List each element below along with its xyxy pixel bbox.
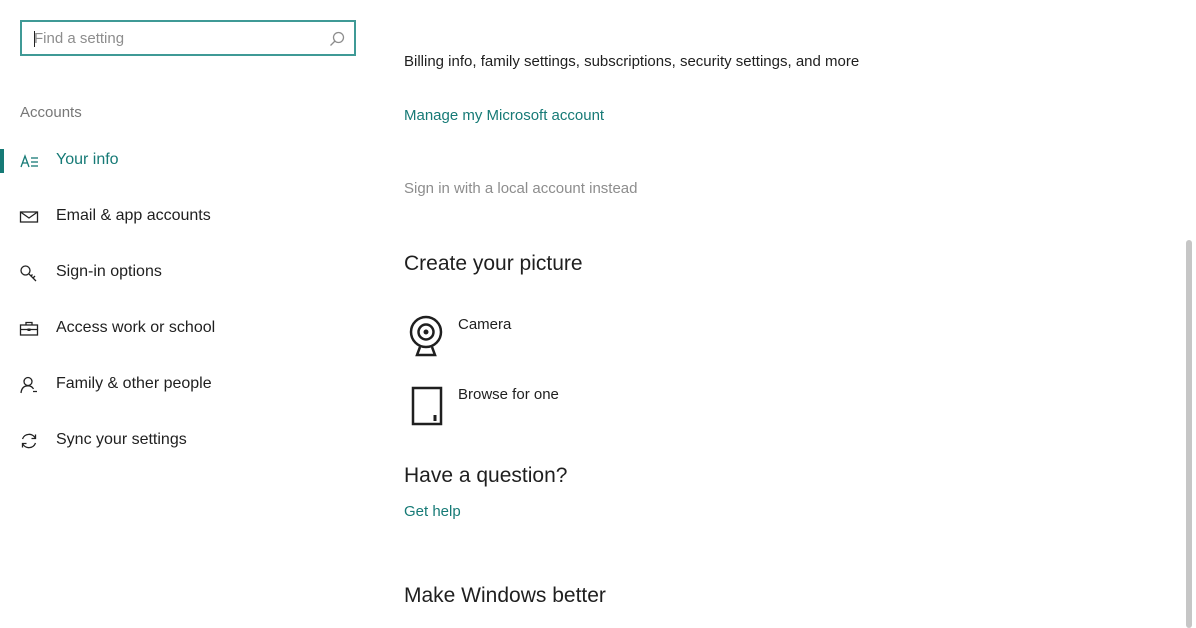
local-account-link[interactable]: Sign in with a local account instead [404,180,637,197]
manage-account-link[interactable]: Manage my Microsoft account [404,107,604,124]
search-input[interactable] [30,22,324,54]
create-picture-heading: Create your picture [404,252,583,275]
key-icon [20,265,37,282]
camera-option[interactable]: Camera [404,314,724,364]
camera-icon [409,315,443,357]
briefcase-icon [19,321,39,336]
camera-label: Camera [458,316,512,333]
main-content: Billing info, family settings, subscript… [404,0,1164,628]
browse-label: Browse for one [458,386,559,403]
browse-file-icon [411,386,443,426]
sidebar-item-label: Sync your settings [56,431,187,448]
sidebar-item-sync-settings[interactable]: Sync your settings [0,421,370,461]
sidebar-item-access-work-school[interactable]: Access work or school [0,309,370,349]
mail-icon [19,211,39,223]
person-card-icon [20,154,38,168]
section-title-accounts: Accounts [20,104,82,121]
sidebar-item-label: Access work or school [56,319,216,336]
search-icon[interactable] [328,30,346,48]
sidebar-item-label: Your info [56,151,119,168]
sidebar: Accounts Your info Email & app accounts [0,0,380,628]
make-windows-better-heading: Make Windows better [404,584,606,607]
sidebar-item-family-other-people[interactable]: Family & other people [0,365,370,405]
account-description: Billing info, family settings, subscript… [404,53,860,70]
sidebar-item-label: Family & other people [56,375,212,392]
sidebar-item-sign-in-options[interactable]: Sign-in options [0,253,370,293]
selection-indicator [0,149,4,173]
search-box[interactable] [20,20,356,56]
person-icon [20,376,37,394]
sidebar-item-label: Sign-in options [56,263,162,280]
browse-option[interactable]: Browse for one [404,384,724,434]
sidebar-item-email-app-accounts[interactable]: Email & app accounts [0,197,370,237]
sidebar-item-your-info[interactable]: Your info [0,141,370,181]
settings-window: Accounts Your info Email & app accounts [0,0,1196,628]
question-heading: Have a question? [404,464,568,487]
scrollbar[interactable] [1186,240,1192,628]
sync-icon [21,433,37,449]
get-help-link[interactable]: Get help [404,503,461,520]
sidebar-item-label: Email & app accounts [56,207,211,224]
